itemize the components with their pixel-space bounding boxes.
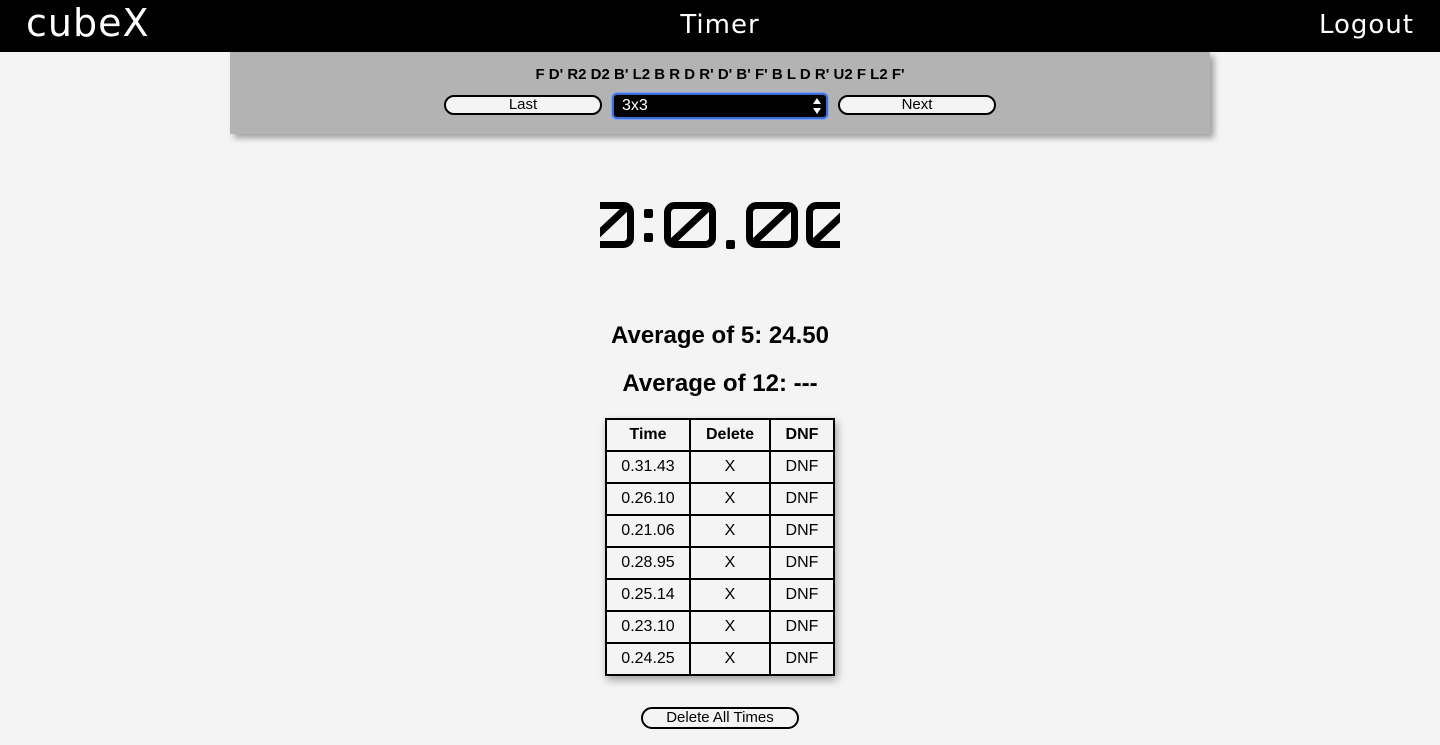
delete-time-button[interactable]: X <box>689 642 771 676</box>
dnf-toggle-button[interactable]: DNF <box>769 514 835 548</box>
dnf-toggle-button[interactable]: DNF <box>769 450 835 484</box>
logout-link[interactable]: Logout <box>1319 0 1414 50</box>
timer-colon <box>644 209 653 242</box>
scramble-panel: F D' R2 D2 B' L2 B R D R' D' B' F' B L D… <box>230 52 1210 134</box>
delete-time-button[interactable]: X <box>689 514 771 548</box>
time-cell: 0.25.14 <box>605 578 691 612</box>
table-row: 0.24.25 X DNF <box>605 642 835 676</box>
table-row: 0.31.43 X DNF <box>605 450 835 484</box>
time-cell: 0.28.95 <box>605 546 691 580</box>
time-cell: 0.26.10 <box>605 482 691 516</box>
time-cell: 0.31.43 <box>605 450 691 484</box>
time-cell: 0.23.10 <box>605 610 691 644</box>
table-row: 0.23.10 X DNF <box>605 610 835 644</box>
last-scramble-button[interactable]: Last <box>444 95 602 115</box>
table-row: 0.25.14 X DNF <box>605 578 835 612</box>
table-row: 0.26.10 X DNF <box>605 482 835 516</box>
delete-time-button[interactable]: X <box>689 482 771 516</box>
table-header-row: Time Delete DNF <box>605 418 835 452</box>
puzzle-type-selected-value: 3x3 <box>622 97 648 114</box>
timer-digit <box>806 202 840 248</box>
timer-digit <box>600 202 634 248</box>
dnf-toggle-button[interactable]: DNF <box>769 546 835 580</box>
dnf-toggle-button[interactable]: DNF <box>769 482 835 516</box>
delete-time-button[interactable]: X <box>689 546 771 580</box>
dnf-toggle-button[interactable]: DNF <box>769 610 835 644</box>
delete-time-button[interactable]: X <box>689 578 771 612</box>
times-table: Time Delete DNF 0.31.43 X DNF 0.26.10 X … <box>605 418 835 676</box>
delete-time-button[interactable]: X <box>689 450 771 484</box>
dnf-toggle-button[interactable]: DNF <box>769 578 835 612</box>
top-navbar: cubeX Timer Logout <box>0 0 1440 52</box>
puzzle-type-select[interactable]: 3x3 <box>612 93 828 119</box>
select-arrows-icon <box>813 98 821 114</box>
dnf-toggle-button[interactable]: DNF <box>769 642 835 676</box>
table-row: 0.28.95 X DNF <box>605 546 835 580</box>
timer-digits <box>600 202 840 249</box>
time-cell: 0.21.06 <box>605 514 691 548</box>
average-of-5: Average of 5: 24.50 <box>611 322 829 349</box>
scramble-text: F D' R2 D2 B' L2 B R D R' D' B' F' B L D… <box>535 66 905 83</box>
timer-digit <box>746 202 798 248</box>
average-of-12: Average of 12: --- <box>622 370 818 397</box>
time-cell: 0.24.25 <box>605 642 691 676</box>
timer-display[interactable] <box>0 188 1440 265</box>
timer-decimal-point <box>726 240 735 249</box>
timer-digit <box>664 202 716 248</box>
page-title: Timer <box>680 10 760 40</box>
header-dnf: DNF <box>769 418 835 452</box>
header-time: Time <box>605 418 691 452</box>
header-delete: Delete <box>689 418 771 452</box>
delete-time-button[interactable]: X <box>689 610 771 644</box>
table-row: 0.21.06 X DNF <box>605 514 835 548</box>
next-scramble-button[interactable]: Next <box>838 95 996 115</box>
delete-all-times-button[interactable]: Delete All Times <box>641 707 799 729</box>
